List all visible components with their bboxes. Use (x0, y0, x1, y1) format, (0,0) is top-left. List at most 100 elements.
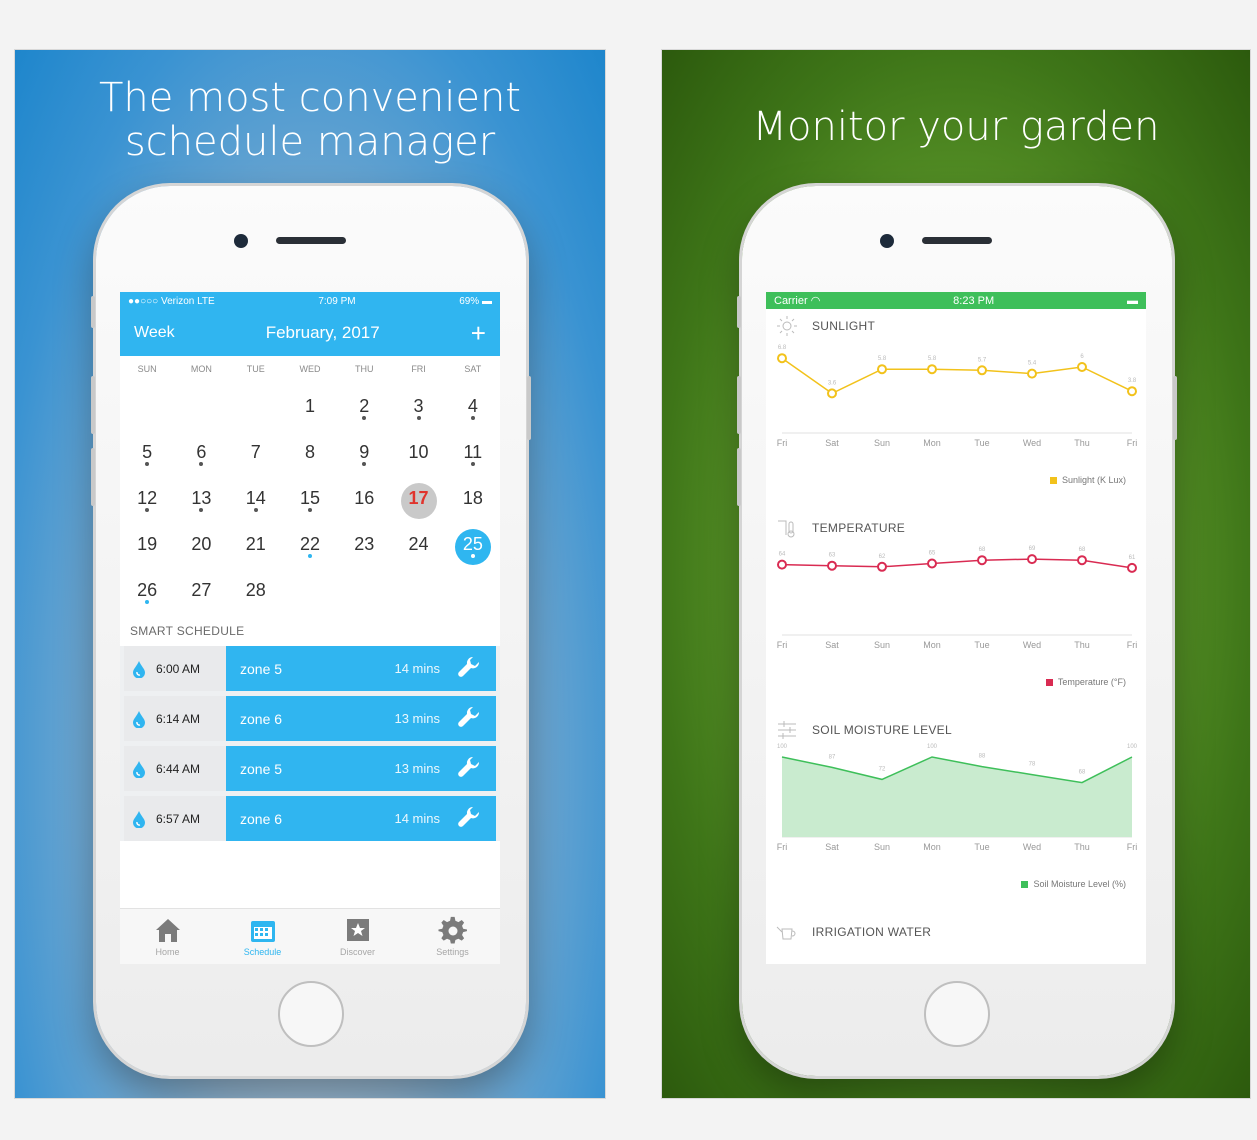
schedule-row[interactable]: 6:44 AM zone 5 13 mins (124, 746, 496, 791)
tab-home[interactable]: Home (120, 909, 215, 964)
data-label: 68 (979, 547, 986, 553)
calendar-day[interactable]: 17 (391, 472, 445, 519)
calendar-day[interactable]: 14 (229, 472, 283, 518)
calendar-day[interactable]: 26 (120, 564, 174, 610)
sunlight-title-text: SUNLIGHT (812, 319, 876, 333)
schedule-zone-bar[interactable]: zone 5 14 mins (226, 646, 496, 691)
calendar-day[interactable]: 25 (446, 518, 500, 565)
schedule-zone-bar[interactable]: zone 6 14 mins (226, 796, 496, 841)
soil-moisture-legend-swatch (1021, 880, 1029, 888)
schedule-time-cell: 6:44 AM (124, 746, 226, 791)
schedule-list: 6:00 AM zone 5 14 mins 6:14 AM zone 6 13 mins… (120, 646, 500, 841)
home-button[interactable] (924, 981, 990, 1047)
weekday-label: SUN (137, 364, 157, 374)
day-number: 18 (462, 488, 483, 508)
calendar-day[interactable]: 18 (446, 472, 500, 518)
tab-settings[interactable]: Settings (405, 909, 500, 964)
power-button (527, 376, 531, 440)
headline-line-2: schedule manager (124, 119, 496, 165)
event-dot (470, 416, 475, 420)
calendar-day[interactable]: 19 (120, 518, 174, 564)
data-point (977, 555, 987, 566)
day-number: 21 (245, 534, 266, 554)
x-tick-label: Fri (1127, 842, 1138, 852)
calendar-day[interactable]: 22 (283, 518, 337, 564)
calendar-day[interactable]: 1 (283, 380, 337, 426)
schedule-row[interactable]: 6:14 AM zone 6 13 mins (124, 696, 496, 741)
calendar-day[interactable]: 3 (391, 380, 445, 426)
data-label: 5.8 (928, 356, 937, 362)
calendar-day[interactable]: 4 (446, 380, 500, 426)
home-button[interactable] (278, 981, 344, 1047)
calendar-day[interactable]: 20 (174, 518, 228, 564)
event-dot (470, 554, 475, 558)
calendar-day[interactable]: 10 (391, 426, 445, 472)
tab-discover[interactable]: Discover (310, 909, 405, 964)
schedule-promo-panel: The most convenient schedule manager ●●○… (14, 49, 606, 1099)
soil-moisture-legend: Soil Moisture Level (%) (1021, 879, 1126, 889)
x-tick-label: Fri (1127, 640, 1138, 650)
calendar-day[interactable]: 16 (337, 472, 391, 518)
edit-schedule-button[interactable] (456, 754, 482, 783)
calendar-day[interactable]: 6 (174, 426, 228, 472)
day-number: 11 (463, 442, 483, 462)
temperature-title-text: TEMPERATURE (812, 521, 906, 535)
calendar-day[interactable]: 9 (337, 426, 391, 472)
schedule-time: 6:14 AM (156, 711, 201, 726)
tab-label: Settings (436, 947, 469, 957)
week-view-button[interactable]: Week (134, 324, 175, 342)
calendar-day[interactable]: 12 (120, 472, 174, 518)
calendar-day[interactable]: 24 (391, 518, 445, 564)
edit-schedule-button[interactable] (456, 654, 482, 683)
carrier-label: ●●○○○ Verizon LTE (128, 295, 215, 307)
calendar-day[interactable]: 8 (283, 426, 337, 472)
calendar-day[interactable]: 21 (229, 518, 283, 564)
calendar-day[interactable]: 2 (337, 380, 391, 426)
x-tick-label: Sun (874, 640, 890, 650)
day-number: 13 (191, 488, 212, 508)
calendar-day[interactable]: 13 (174, 472, 228, 518)
home-icon (155, 919, 180, 942)
calendar-day[interactable]: 11 (446, 426, 500, 472)
data-label: 64 (779, 552, 786, 558)
data-point (877, 364, 887, 375)
calendar-day[interactable]: 27 (174, 564, 228, 610)
event-dot (145, 600, 150, 604)
temperature-card: TEMPERATURE 64 Fri 63 Sat 62 Sun 65 Mon 68 Tue 69 W… (766, 511, 1146, 713)
month-title: February, 2017 (265, 323, 380, 342)
thermometer-icon (778, 520, 795, 538)
water-drop-icon (133, 660, 145, 678)
calendar-day[interactable]: 7 (229, 426, 283, 472)
calendar-day[interactable]: 5 (120, 426, 174, 472)
tab-schedule[interactable]: Schedule (215, 909, 310, 964)
status-time: 8:23 PM (953, 294, 995, 307)
x-tick-label: Mon (923, 640, 941, 650)
data-label: 5.7 (978, 357, 987, 363)
schedule-time-cell: 6:57 AM (124, 796, 226, 841)
calendar-day[interactable]: 28 (229, 564, 283, 610)
schedule-row[interactable]: 6:57 AM zone 6 14 mins (124, 796, 496, 841)
temperature-title: TEMPERATURE (776, 517, 905, 539)
data-label: 62 (879, 554, 886, 560)
add-schedule-button[interactable]: + (471, 320, 486, 346)
event-dot (362, 462, 367, 466)
calendar-day[interactable]: 23 (337, 518, 391, 564)
data-point (777, 559, 787, 570)
schedule-zone-bar[interactable]: zone 6 13 mins (226, 696, 496, 741)
tab-label: Schedule (243, 947, 282, 957)
schedule-screen: ●●○○○ Verizon LTE 7:09 PM 69% ▬ Week Feb… (120, 292, 500, 964)
data-label: 68 (1079, 547, 1086, 553)
calendar-day[interactable]: 15 (283, 472, 337, 518)
edit-schedule-button[interactable] (456, 704, 482, 733)
edit-schedule-button[interactable] (456, 804, 482, 833)
garden-monitor-screen: Carrier ◠ 8:23 PM ▬ SUNLIGHT 6.8 Fri 3.6 Sa… (766, 292, 1146, 964)
calendar-day-empty (446, 564, 500, 610)
wrench-icon (458, 706, 480, 727)
temperature-legend: Temperature (°F) (1045, 677, 1126, 687)
volume-down-button (91, 448, 95, 506)
garden-headline: Monitor your garden (662, 105, 1250, 149)
day-number: 2 (359, 396, 370, 416)
schedule-row[interactable]: 6:00 AM zone 5 14 mins (124, 646, 496, 691)
schedule-zone-bar[interactable]: zone 5 13 mins (226, 746, 496, 791)
event-dot (199, 508, 204, 512)
